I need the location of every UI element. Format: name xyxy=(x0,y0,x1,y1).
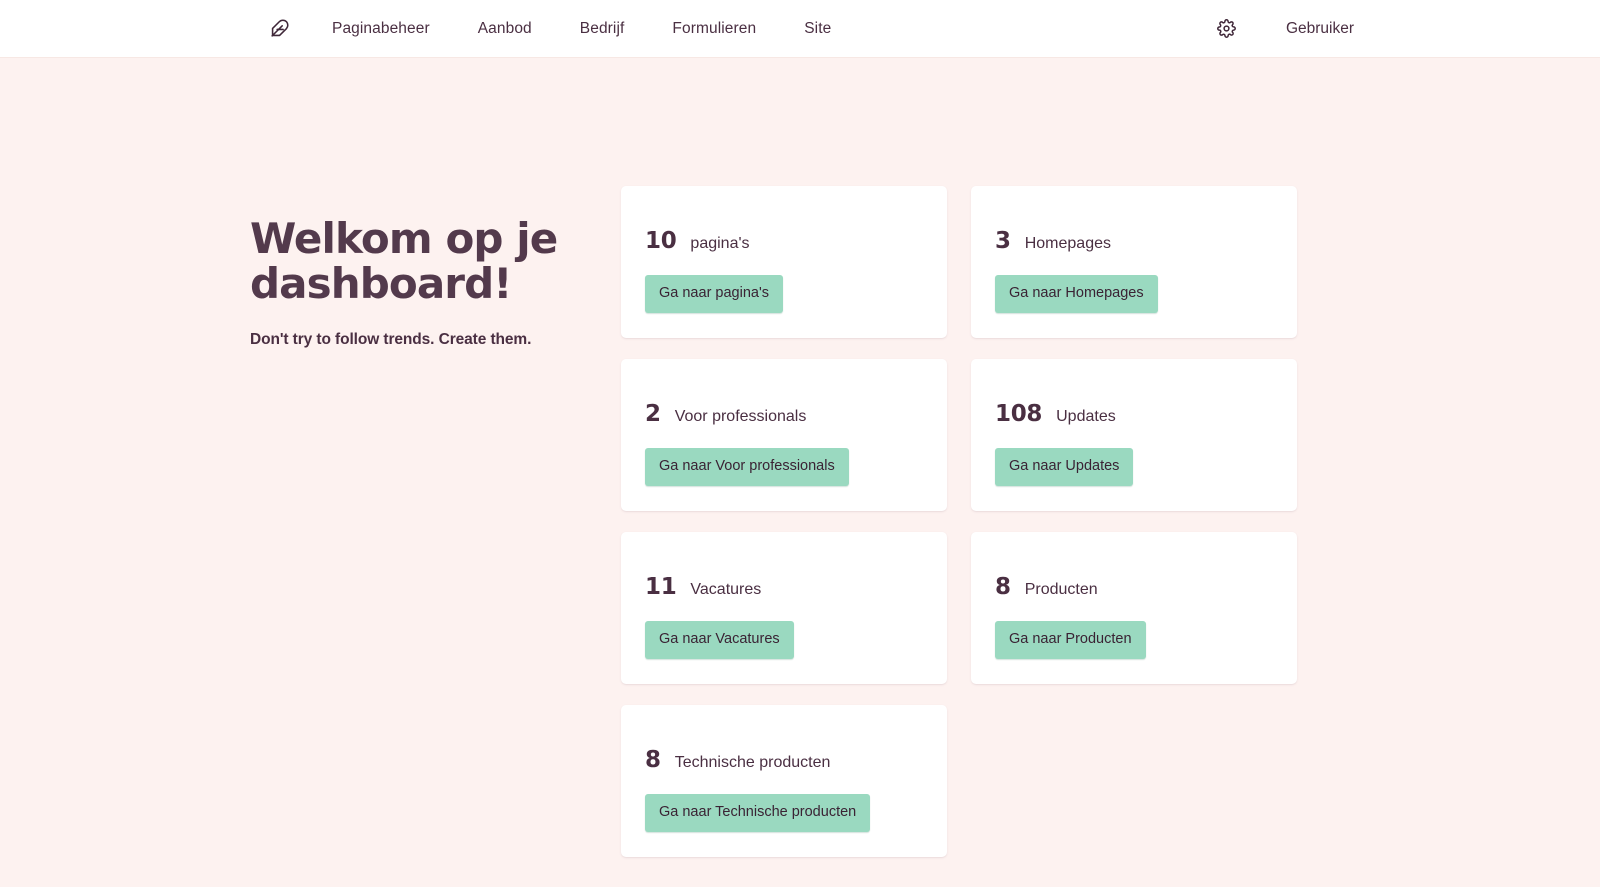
goto-paginas-button[interactable]: Ga naar pagina's xyxy=(645,275,783,313)
stat-card-voor-professionals: 2 Voor professionals Ga naar Voor profes… xyxy=(621,359,947,511)
nav-item-paginabeheer[interactable]: Paginabeheer xyxy=(332,14,430,44)
stat-card-label: pagina's xyxy=(690,235,750,252)
goto-homepages-button[interactable]: Ga naar Homepages xyxy=(995,275,1158,313)
page-title: Welkom op je dashboard! xyxy=(250,214,558,309)
stat-card-homepages: 3 Homepages Ga naar Homepages xyxy=(971,186,1297,338)
stat-card-header: 2 Voor professionals xyxy=(645,403,806,426)
goto-updates-button[interactable]: Ga naar Updates xyxy=(995,448,1134,486)
welcome-section: Welkom op je dashboard! Don't try to fol… xyxy=(250,216,580,349)
stat-card-paginas: 10 pagina's Ga naar pagina's xyxy=(621,186,947,338)
stat-card-header: 3 Homepages xyxy=(995,230,1111,253)
stat-card-label: Technische producten xyxy=(674,754,831,771)
stat-card-count: 8 xyxy=(995,574,1011,600)
stat-card-count: 10 xyxy=(645,228,677,254)
stat-card-label: Producten xyxy=(1024,581,1098,598)
stat-card-technische-producten: 8 Technische producten Ga naar Technisch… xyxy=(621,705,947,857)
gear-icon[interactable] xyxy=(1212,14,1242,44)
stat-card-count: 108 xyxy=(995,401,1043,427)
stat-card-grid: 10 pagina's Ga naar pagina's 3 Homepages… xyxy=(621,186,1297,857)
stat-card-label: Homepages xyxy=(1024,235,1111,252)
nav-right-group: Gebruiker xyxy=(1212,14,1354,44)
nav-item-aanbod[interactable]: Aanbod xyxy=(478,14,532,44)
feather-icon[interactable] xyxy=(262,12,296,46)
nav-item-site[interactable]: Site xyxy=(804,14,831,44)
stat-card-count: 11 xyxy=(645,574,677,600)
stat-card-updates: 108 Updates Ga naar Updates xyxy=(971,359,1297,511)
nav-item-formulieren[interactable]: Formulieren xyxy=(672,14,756,44)
page-subtitle: Don't try to follow trends. Create them. xyxy=(250,330,532,348)
stat-card-header: 10 pagina's xyxy=(645,230,750,253)
user-menu-link[interactable]: Gebruiker xyxy=(1286,20,1354,38)
stat-card-count: 8 xyxy=(645,747,661,773)
goto-technische-producten-button[interactable]: Ga naar Technische producten xyxy=(645,794,871,832)
stat-card-header: 11 Vacatures xyxy=(645,576,761,599)
goto-vacatures-button[interactable]: Ga naar Vacatures xyxy=(645,621,794,659)
stat-card-label: Updates xyxy=(1056,408,1116,425)
stat-card-header: 108 Updates xyxy=(995,403,1116,426)
goto-producten-button[interactable]: Ga naar Producten xyxy=(995,621,1146,659)
stat-card-producten: 8 Producten Ga naar Producten xyxy=(971,532,1297,684)
goto-voor-professionals-button[interactable]: Ga naar Voor professionals xyxy=(645,448,849,486)
nav-left-group: Paginabeheer Aanbod Bedrijf Formulieren … xyxy=(262,12,831,46)
stat-card-label: Vacatures xyxy=(690,581,762,598)
main-nav-links: Paginabeheer Aanbod Bedrijf Formulieren … xyxy=(332,14,831,44)
stat-card-count: 3 xyxy=(995,228,1011,254)
stat-card-vacatures: 11 Vacatures Ga naar Vacatures xyxy=(621,532,947,684)
stat-card-label: Voor professionals xyxy=(674,408,807,425)
dashboard-page: Welkom op je dashboard! Don't try to fol… xyxy=(0,58,1600,887)
top-navigation-bar: Paginabeheer Aanbod Bedrijf Formulieren … xyxy=(0,0,1600,58)
stat-card-header: 8 Technische producten xyxy=(645,749,830,772)
stat-card-header: 8 Producten xyxy=(995,576,1098,599)
stat-card-count: 2 xyxy=(645,401,661,427)
nav-item-bedrijf[interactable]: Bedrijf xyxy=(580,14,625,44)
